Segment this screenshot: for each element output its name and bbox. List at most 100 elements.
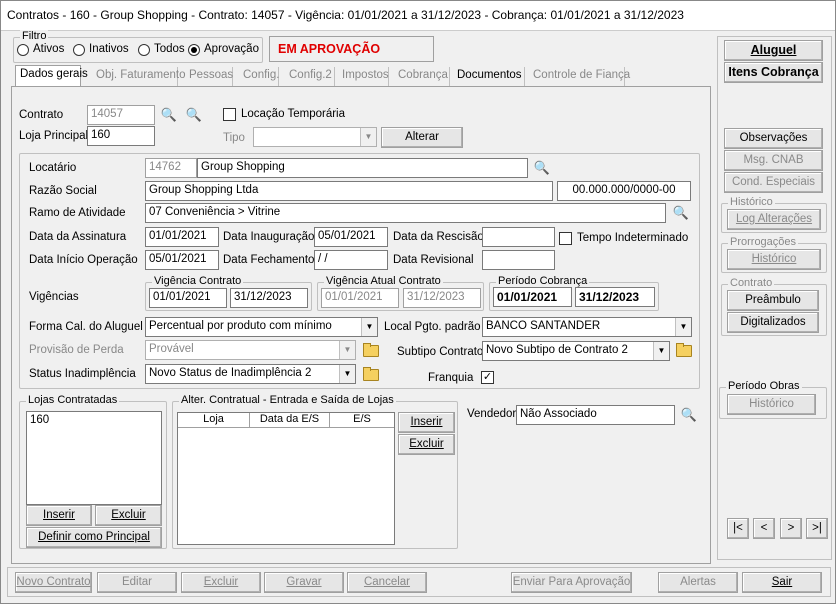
cancelar-button[interactable]: Cancelar — [347, 572, 427, 593]
tab-controle-fianca[interactable]: Controle de Fiança — [529, 67, 630, 86]
folder-icon[interactable] — [361, 341, 379, 359]
data-fechamento-label: Data Fechamento — [223, 254, 315, 266]
alter-table-header: Loja Data da E/S E/S — [178, 413, 394, 428]
binoculars-icon[interactable]: 🔍 — [678, 405, 700, 425]
log-alteracoes-button[interactable]: Log Alterações — [727, 209, 821, 230]
radio-inativos-label: Inativos — [89, 43, 129, 55]
col-loja[interactable]: Loja — [178, 413, 250, 427]
contrato-field[interactable]: 14057 — [87, 105, 155, 125]
tab-documentos[interactable]: Documentos — [453, 67, 525, 86]
novo-contrato-button[interactable]: Novo Contrato — [15, 572, 92, 593]
folder-icon[interactable] — [361, 365, 379, 383]
nav-first-button[interactable]: |< — [727, 518, 749, 539]
binoculars-icon[interactable]: 🔍 — [670, 203, 692, 223]
digitalizados-button[interactable]: Digitalizados — [727, 312, 819, 333]
vigencia-contrato-fim[interactable]: 31/12/2023 — [230, 288, 308, 308]
data-assinatura-field[interactable]: 01/01/2021 — [145, 227, 219, 247]
vendedor-field[interactable]: Não Associado — [516, 405, 675, 425]
tab-config2[interactable]: Config.2 — [285, 67, 335, 86]
subtipo-contrato-select[interactable]: Novo Subtipo de Contrato 2 ▼ — [482, 341, 670, 361]
vendedor-label: Vendedor — [467, 408, 517, 420]
periodo-cobranca-fim[interactable]: 31/12/2023 — [575, 287, 655, 307]
binoculars-icon[interactable]: 🔍 — [531, 158, 553, 178]
radio-ativos[interactable] — [17, 44, 29, 56]
tab-impostos[interactable]: Impostos — [338, 67, 389, 86]
provisao-perda-label: Provisão de Perda — [29, 344, 124, 356]
nav-next-button[interactable]: > — [780, 518, 802, 539]
periodo-cobranca-inicio[interactable]: 01/01/2021 — [493, 287, 572, 307]
loja-principal-field[interactable]: 160 — [87, 126, 155, 146]
data-fechamento-field[interactable]: / / — [314, 250, 388, 270]
tempo-indeterminado-checkbox[interactable] — [559, 232, 572, 245]
alter-inserir-button[interactable]: Inserir — [398, 412, 455, 433]
preambulo-button[interactable]: Preâmbulo — [727, 290, 819, 311]
locatario-name-field[interactable]: Group Shopping — [197, 158, 528, 178]
tab-pessoas[interactable]: Pessoas — [185, 67, 233, 86]
radio-aprovacao[interactable] — [188, 44, 200, 56]
cnpj-field[interactable]: 00.000.000/0000-00 — [557, 181, 691, 201]
vigencia-contrato-inicio[interactable]: 01/01/2021 — [149, 288, 227, 308]
chevron-down-icon: ▼ — [339, 341, 355, 359]
col-es[interactable]: E/S — [330, 413, 394, 427]
provisao-perda-select[interactable]: Provável ▼ — [145, 340, 356, 360]
alter-table[interactable]: Loja Data da E/S E/S — [177, 412, 395, 545]
vigencia-atual-inicio[interactable]: 01/01/2021 — [321, 288, 399, 308]
tab-obj-faturamento[interactable]: Obj. Faturamento — [92, 67, 185, 86]
radio-todos[interactable] — [138, 44, 150, 56]
binoculars-icon[interactable]: 🔍 — [158, 105, 180, 125]
chevron-down-icon: ▼ — [339, 365, 355, 383]
alertas-button[interactable]: Alertas — [658, 572, 738, 593]
tipo-select[interactable]: ▼ — [253, 127, 377, 147]
nav-last-button[interactable]: >| — [806, 518, 828, 539]
locacao-temporaria-checkbox[interactable] — [223, 108, 236, 121]
forma-calculo-select[interactable]: Percentual por produto com mínimo ▼ — [145, 317, 378, 337]
historico-legend: Histórico — [728, 196, 775, 208]
local-pgto-label: Local Pgto. padrão — [384, 321, 481, 333]
ramo-atividade-field[interactable]: 07 Conveniência > Vitrine — [145, 203, 666, 223]
itens-cobranca-button[interactable]: Itens Cobrança — [724, 62, 823, 83]
ramo-atividade-label: Ramo de Atividade — [29, 207, 126, 219]
filter-group: Filtro Ativos Inativos Todos Aprovação — [13, 30, 263, 63]
data-revisional-field[interactable] — [482, 250, 555, 270]
editar-button[interactable]: Editar — [97, 572, 177, 593]
binoculars-icon[interactable]: 🔍 — [183, 105, 205, 125]
tab-dados-gerais[interactable]: Dados gerais — [15, 65, 88, 86]
folder-icon[interactable] — [674, 341, 692, 359]
alter-excluir-button[interactable]: Excluir — [398, 434, 455, 455]
lojas-inserir-button[interactable]: Inserir — [26, 505, 92, 526]
excluir-button[interactable]: Excluir — [181, 572, 261, 593]
locatario-code-field[interactable]: 14762 — [145, 158, 197, 178]
col-data-es[interactable]: Data da E/S — [250, 413, 330, 427]
list-item[interactable]: 160 — [30, 414, 158, 426]
msg-cnab-button[interactable]: Msg. CNAB — [724, 150, 823, 171]
obras-historico-button[interactable]: Histórico — [727, 394, 816, 415]
data-rescisao-field[interactable] — [482, 227, 555, 247]
nav-prev-button[interactable]: < — [753, 518, 775, 539]
definir-principal-button[interactable]: Definir como Principal — [26, 527, 162, 548]
cond-especiais-button[interactable]: Cond. Especiais — [724, 172, 823, 193]
tab-config[interactable]: Config. — [239, 67, 279, 86]
aluguel-button[interactable]: Aluguel — [724, 40, 823, 61]
status-inadimplencia-label: Status Inadimplência — [29, 368, 136, 380]
razao-social-field[interactable]: Group Shopping Ltda — [145, 181, 553, 201]
lojas-list[interactable]: 160 — [26, 411, 162, 505]
forma-calculo-label: Forma Cal. do Aluguel — [29, 321, 143, 333]
local-pgto-select[interactable]: BANCO SANTANDER ▼ — [482, 317, 692, 337]
tab-cobranca[interactable]: Cobrança — [394, 67, 450, 86]
prorrogacoes-historico-button[interactable]: Histórico — [727, 249, 821, 270]
data-inicio-label: Data Início Operação — [29, 254, 138, 266]
observacoes-button[interactable]: Observações — [724, 128, 823, 149]
enviar-aprovacao-button[interactable]: Enviar Para Aprovação — [511, 572, 632, 593]
locacao-temporaria-label: Locação Temporária — [241, 108, 345, 120]
radio-inativos[interactable] — [73, 44, 85, 56]
status-inadimplencia-select[interactable]: Novo Status de Inadimplência 2 ▼ — [145, 364, 356, 384]
data-inauguracao-field[interactable]: 05/01/2021 — [314, 227, 388, 247]
alterar-button[interactable]: Alterar — [381, 127, 463, 148]
vigencia-atual-fim[interactable]: 31/12/2023 — [403, 288, 481, 308]
lojas-excluir-button[interactable]: Excluir — [95, 505, 162, 526]
data-inauguracao-label: Data Inauguração — [223, 231, 315, 243]
data-inicio-field[interactable]: 05/01/2021 — [145, 250, 219, 270]
gravar-button[interactable]: Gravar — [264, 572, 344, 593]
sair-button[interactable]: Sair — [742, 572, 822, 593]
franquia-checkbox[interactable]: ✓ — [481, 371, 494, 384]
